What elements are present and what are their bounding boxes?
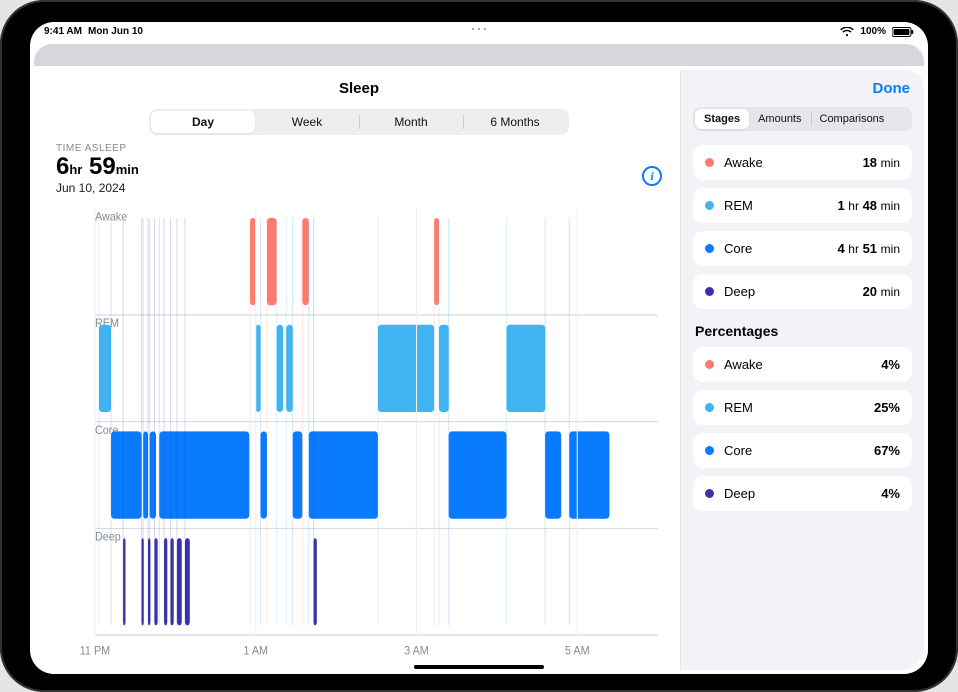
stage-row-deep[interactable]: Deep4% [693, 476, 912, 511]
page-title: Sleep [56, 76, 662, 107]
stage-row-rem[interactable]: REM1 hr 48 min [693, 188, 912, 223]
period-tab-day[interactable]: Day [151, 111, 255, 133]
stage-name: Deep [724, 486, 881, 501]
svg-text:11 PM: 11 PM [80, 645, 110, 658]
ipad-frame: 9:41 AM Mon Jun 10 100% Sleep DayWeekMon… [0, 0, 958, 692]
period-tab-week[interactable]: Week [255, 111, 359, 133]
main-panel: Sleep DayWeekMonth6 Months TIME ASLEEP 6… [34, 70, 680, 670]
stage-dot-icon [705, 489, 714, 498]
summary-value: 6hr 59min [56, 154, 662, 179]
stage-value: 25% [874, 400, 900, 415]
unit-hr: hr [69, 162, 82, 177]
sheet-backdrop [34, 44, 924, 66]
status-time: 9:41 AM [44, 26, 82, 37]
stage-value: 4% [881, 357, 900, 372]
stage-name: Core [724, 443, 874, 458]
screen: 9:41 AM Mon Jun 10 100% Sleep DayWeekMon… [30, 22, 928, 674]
stage-value: 4% [881, 486, 900, 501]
stage-row-awake[interactable]: Awake4% [693, 347, 912, 382]
stage-dot-icon [705, 287, 714, 296]
side-tab-comparisons[interactable]: Comparisons [811, 109, 894, 129]
stage-value: 67% [874, 443, 900, 458]
period-tab-month[interactable]: Month [359, 111, 463, 133]
stage-value: 4 hr 51 min [837, 241, 900, 256]
summary-block: TIME ASLEEP 6hr 59min Jun 10, 2024 [56, 143, 662, 195]
percentages-list: Awake4%REM25%Core67%Deep4% [693, 347, 912, 519]
side-tab-amounts[interactable]: Amounts [749, 109, 810, 129]
period-segmented-control[interactable]: DayWeekMonth6 Months [149, 109, 569, 135]
wifi-icon [840, 27, 854, 37]
stage-row-core[interactable]: Core4 hr 51 min [693, 231, 912, 266]
stage-row-deep[interactable]: Deep20 min [693, 274, 912, 309]
stage-value: 20 min [863, 284, 900, 299]
svg-text:1 AM: 1 AM [243, 645, 268, 658]
svg-text:5 AM: 5 AM [565, 645, 590, 658]
done-button[interactable]: Done [693, 78, 912, 107]
stage-dot-icon [705, 360, 714, 369]
battery-percent: 100% [860, 26, 886, 37]
stage-name: REM [724, 400, 874, 415]
stage-dot-icon [705, 446, 714, 455]
stage-dot-icon [705, 201, 714, 210]
summary-hours: 6 [56, 153, 69, 180]
status-bar: 9:41 AM Mon Jun 10 100% [30, 22, 928, 40]
sleep-stage-chart[interactable]: AwakeREMCoreDeep11 PM1 AM3 AM5 AM [56, 201, 662, 662]
durations-list: Awake18 min REM1 hr 48 min Core4 hr 51 min… [693, 145, 912, 317]
side-tab-stages[interactable]: Stages [695, 109, 749, 129]
stage-row-core[interactable]: Core67% [693, 433, 912, 468]
stage-dot-icon [705, 403, 714, 412]
info-icon[interactable]: i [642, 166, 662, 186]
status-date: Mon Jun 10 [88, 26, 143, 37]
battery-icon [892, 27, 914, 37]
percentages-header: Percentages [695, 323, 912, 339]
stage-value: 18 min [863, 155, 900, 170]
stage-row-awake[interactable]: Awake18 min [693, 145, 912, 180]
stage-name: Awake [724, 357, 881, 372]
stage-dot-icon [705, 158, 714, 167]
summary-label: TIME ASLEEP [56, 143, 662, 154]
stage-name: Awake [724, 155, 863, 170]
stage-dot-icon [705, 244, 714, 253]
unit-min: min [116, 162, 139, 177]
side-panel: Done StagesAmountsComparisons Awake18 mi… [680, 70, 924, 670]
stage-name: Core [724, 241, 837, 256]
multitask-dots-icon[interactable] [472, 28, 486, 30]
svg-text:3 AM: 3 AM [404, 645, 429, 658]
stage-value: 1 hr 48 min [837, 198, 900, 213]
stage-name: Deep [724, 284, 863, 299]
summary-mins: 59 [89, 153, 116, 180]
home-indicator[interactable] [414, 665, 544, 669]
stage-name: REM [724, 198, 837, 213]
summary-date: Jun 10, 2024 [56, 181, 662, 195]
stage-row-rem[interactable]: REM25% [693, 390, 912, 425]
side-segmented-control[interactable]: StagesAmountsComparisons [693, 107, 912, 131]
period-tab-6-months[interactable]: 6 Months [463, 111, 567, 133]
sleep-detail-card: Sleep DayWeekMonth6 Months TIME ASLEEP 6… [34, 70, 924, 670]
